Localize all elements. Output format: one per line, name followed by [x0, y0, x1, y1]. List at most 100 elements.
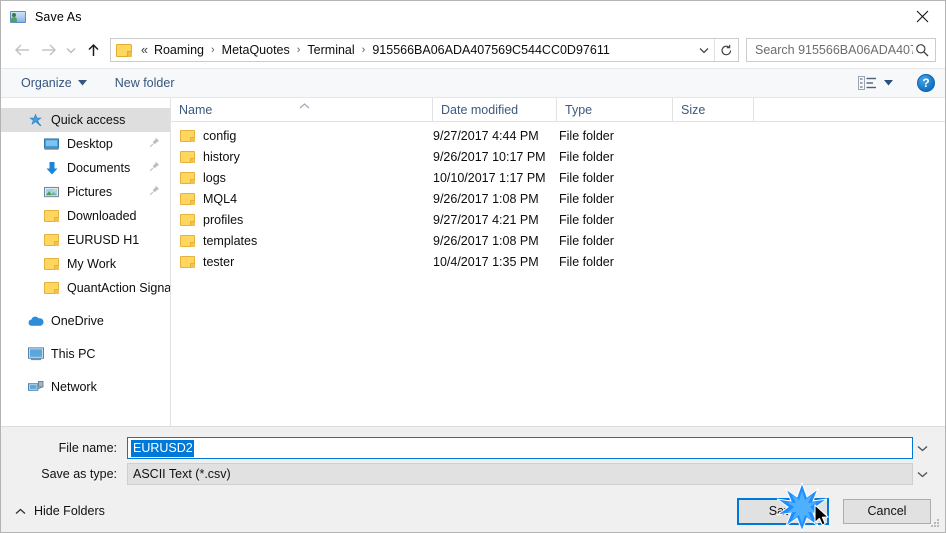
file-date-cell: 10/10/2017 1:17 PM: [433, 170, 546, 185]
table-row[interactable]: history 9/26/2017 10:17 PM File folder: [171, 146, 945, 167]
new-folder-label: New folder: [114, 76, 175, 90]
help-button[interactable]: ?: [917, 74, 935, 92]
picture-icon: [43, 184, 60, 200]
sidebar-item-this-pc[interactable]: This PC: [1, 342, 170, 366]
folder-icon: [116, 43, 132, 57]
file-name-label: profiles: [203, 212, 244, 227]
dialog-body: Quick access Desktop Documents Pictures …: [1, 98, 945, 426]
up-button[interactable]: [80, 37, 106, 63]
sidebar-item-label: Downloaded: [67, 209, 137, 223]
save-as-type-dropdown-button[interactable]: [913, 471, 931, 478]
pin-icon: [149, 137, 160, 151]
recent-locations-button[interactable]: [61, 37, 80, 63]
resize-grip-icon[interactable]: [929, 517, 941, 529]
star-pin-icon: [27, 112, 44, 128]
file-name-cell: MQL4: [171, 192, 433, 206]
file-date-cell: 9/27/2017 4:21 PM: [433, 212, 539, 227]
breadcrumb-item-roaming[interactable]: Roaming: [150, 41, 208, 59]
back-button[interactable]: [9, 37, 35, 63]
sidebar-item-network[interactable]: Network: [1, 375, 170, 399]
search-input[interactable]: [755, 43, 913, 57]
sidebar-item-quantaction-signal[interactable]: QuantAction Signal: [1, 276, 170, 300]
new-folder-button[interactable]: New folder: [109, 73, 181, 93]
folder-icon: [43, 208, 60, 224]
sidebar-item-my-work[interactable]: My Work: [1, 252, 170, 276]
file-type-cell: File folder: [559, 149, 614, 164]
command-bar: Organize New folder ?: [1, 68, 945, 98]
save-form: File name: EURUSD2 Save as type: ASCII T…: [1, 426, 945, 490]
caret-down-icon: [77, 80, 87, 86]
column-header-filler: [754, 98, 945, 121]
table-row[interactable]: profiles 9/27/2017 4:21 PM File folder: [171, 209, 945, 230]
sidebar-item-desktop[interactable]: Desktop: [1, 132, 170, 156]
save-as-icon: [10, 8, 27, 25]
address-dropdown-button[interactable]: [694, 39, 714, 61]
organize-button[interactable]: Organize: [15, 73, 93, 93]
sidebar-item-label: Pictures: [67, 185, 113, 199]
sidebar-item-downloaded[interactable]: Downloaded: [1, 204, 170, 228]
file-name-label: tester: [203, 254, 235, 269]
folder-icon: [180, 150, 195, 163]
download-icon: [43, 160, 60, 176]
file-name-label: File name:: [58, 441, 117, 455]
file-type-cell: File folder: [559, 128, 614, 143]
file-type-cell: File folder: [559, 254, 614, 269]
breadcrumb-overflow[interactable]: «: [137, 41, 150, 59]
caret-down-icon: [884, 80, 893, 86]
table-row[interactable]: tester 10/4/2017 1:35 PM File folder: [171, 251, 945, 272]
arrow-left-icon: [14, 44, 29, 56]
column-header-date-modified[interactable]: Date modified: [433, 98, 557, 121]
title-bar: Save As: [1, 1, 945, 32]
sidebar-item-label: Quick access: [51, 113, 126, 127]
sidebar-item-label: OneDrive: [51, 314, 104, 328]
refresh-button[interactable]: [714, 39, 738, 61]
file-name-input[interactable]: EURUSD2: [127, 437, 913, 459]
breadcrumb-item-terminal[interactable]: Terminal: [303, 41, 358, 59]
folder-icon: [43, 280, 60, 296]
help-label: ?: [922, 76, 930, 90]
file-type-cell: File folder: [559, 191, 614, 206]
search-box[interactable]: [746, 38, 936, 62]
column-header-row: Name Date modified Type Size: [171, 98, 945, 122]
organize-label: Organize: [21, 76, 72, 90]
sidebar-item-onedrive[interactable]: OneDrive: [1, 309, 170, 333]
close-button[interactable]: [899, 1, 945, 31]
breadcrumb-item-terminal-id[interactable]: 915566BA06ADA407569C544CC0D97611: [368, 41, 613, 59]
hide-folders-button[interactable]: Hide Folders: [15, 504, 105, 518]
address-bar[interactable]: « Roaming › MetaQuotes › Terminal › 9155…: [110, 38, 739, 62]
sidebar-item-quick-access[interactable]: Quick access: [1, 108, 170, 132]
file-name-dropdown-button[interactable]: [913, 445, 931, 452]
cancel-button[interactable]: Cancel: [843, 498, 931, 524]
save-as-type-select[interactable]: ASCII Text (*.csv): [127, 463, 913, 485]
table-row[interactable]: MQL4 9/26/2017 1:08 PM File folder: [171, 188, 945, 209]
file-name-cell: profiles: [171, 213, 433, 227]
file-name-value: EURUSD2: [131, 439, 194, 457]
folder-icon: [180, 192, 195, 205]
file-date-cell: 10/4/2017 1:35 PM: [433, 254, 539, 269]
file-name-cell: config: [171, 129, 433, 143]
file-name-cell: logs: [171, 171, 433, 185]
folder-icon: [180, 255, 195, 268]
file-list-pane: Name Date modified Type Size config 9/27…: [171, 98, 945, 426]
table-row[interactable]: templates 9/26/2017 1:08 PM File folder: [171, 230, 945, 251]
column-header-size[interactable]: Size: [673, 98, 754, 121]
sidebar-item-pictures[interactable]: Pictures: [1, 180, 170, 204]
monitor-icon: [43, 136, 60, 152]
sidebar-item-documents[interactable]: Documents: [1, 156, 170, 180]
breadcrumb-item-metaquotes[interactable]: MetaQuotes: [218, 41, 294, 59]
file-name-label: logs: [203, 170, 226, 185]
chevron-down-icon: [699, 47, 709, 53]
column-header-name[interactable]: Name: [171, 98, 433, 121]
network-icon: [27, 379, 44, 395]
forward-button[interactable]: [35, 37, 61, 63]
table-row[interactable]: logs 10/10/2017 1:17 PM File folder: [171, 167, 945, 188]
table-row[interactable]: config 9/27/2017 4:44 PM File folder: [171, 125, 945, 146]
chevron-up-icon: [15, 508, 26, 514]
folder-icon: [180, 234, 195, 247]
view-options-button[interactable]: [852, 74, 899, 93]
sidebar-item-eurusd-h1[interactable]: EURUSD H1: [1, 228, 170, 252]
file-date-cell: 9/26/2017 1:08 PM: [433, 233, 539, 248]
save-button[interactable]: Save: [737, 497, 829, 525]
column-header-type[interactable]: Type: [557, 98, 673, 121]
file-name-cell: history: [171, 150, 433, 164]
